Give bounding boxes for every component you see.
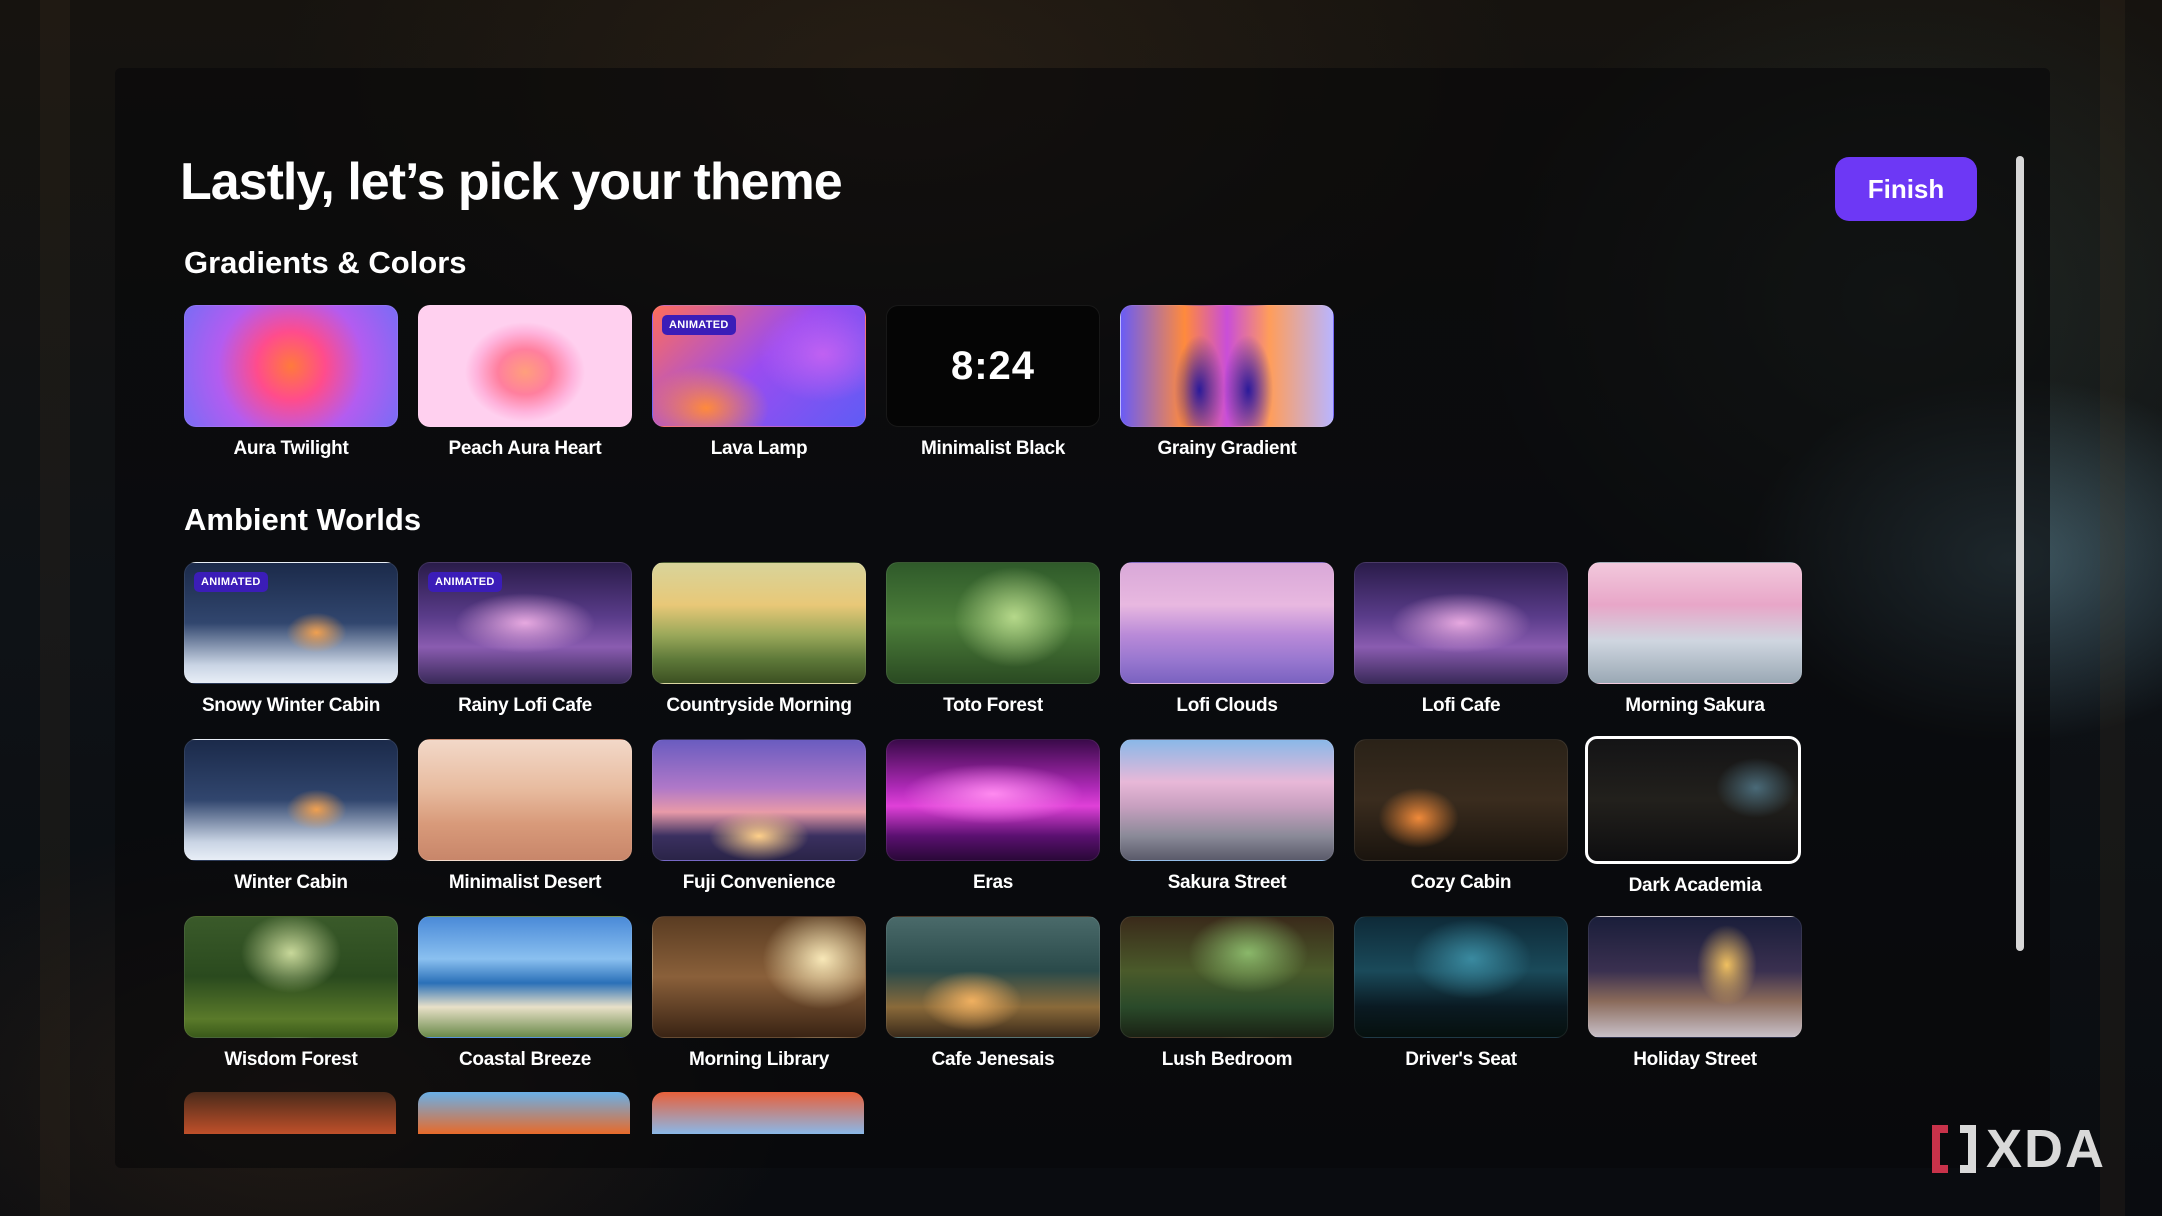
background-shelf-left: [40, 0, 70, 1216]
theme-thumbnail: ANIMATED: [184, 562, 398, 684]
theme-label: Lofi Cafe: [1421, 695, 1501, 716]
theme-thumbnail: [1588, 916, 1802, 1038]
theme-label: Eras: [972, 872, 1013, 893]
theme-label: Holiday Street: [1633, 1049, 1757, 1070]
theme-thumbnail: [418, 916, 632, 1038]
theme-tile-partial[interactable]: [184, 1092, 396, 1134]
theme-tile-eras[interactable]: Eras: [886, 739, 1100, 894]
theme-label: Minimalist Desert: [448, 872, 602, 893]
theme-tile-wisdom-forest[interactable]: Wisdom Forest: [184, 916, 398, 1071]
theme-thumbnail: [418, 739, 632, 861]
theme-tile-lava-lamp[interactable]: ANIMATED Lava Lamp: [652, 305, 866, 460]
theme-label: Minimalist Black: [920, 438, 1066, 459]
theme-tile-snowy-winter-cabin[interactable]: ANIMATED Snowy Winter Cabin: [184, 562, 398, 717]
animated-badge: ANIMATED: [662, 315, 736, 335]
theme-label: Rainy Lofi Cafe: [458, 695, 592, 716]
animated-badge: ANIMATED: [194, 572, 268, 592]
theme-tile-holiday-street[interactable]: Holiday Street: [1588, 916, 1802, 1071]
theme-label: Peach Aura Heart: [448, 438, 602, 459]
theme-thumbnail: 8:24: [886, 305, 1100, 427]
theme-tile-morning-library[interactable]: Morning Library: [652, 916, 866, 1071]
theme-tile-winter-cabin[interactable]: Winter Cabin: [184, 739, 398, 894]
theme-tile-countryside-morning[interactable]: Countryside Morning: [652, 562, 866, 717]
theme-thumbnail: [652, 916, 866, 1038]
theme-tile-morning-sakura[interactable]: Morning Sakura: [1588, 562, 1802, 717]
theme-label: Grainy Gradient: [1157, 438, 1297, 459]
theme-thumbnail: [1588, 562, 1802, 684]
theme-label: Snowy Winter Cabin: [201, 695, 381, 716]
theme-thumbnail: [184, 916, 398, 1038]
theme-tile-aura-twilight[interactable]: Aura Twilight: [184, 305, 398, 460]
theme-thumbnail: [1120, 305, 1334, 427]
theme-thumbnail: [652, 739, 866, 861]
theme-tile-coastal-breeze[interactable]: Coastal Breeze: [418, 916, 632, 1071]
theme-thumbnail: [1354, 916, 1568, 1038]
theme-thumbnail: [1120, 916, 1334, 1038]
theme-label: Lush Bedroom: [1161, 1049, 1293, 1070]
theme-label: Dark Academia: [1628, 875, 1762, 896]
theme-label: Morning Library: [688, 1049, 830, 1070]
theme-label: Cafe Jenesais: [931, 1049, 1055, 1070]
theme-tile-cafe-jenesais[interactable]: Cafe Jenesais: [886, 916, 1100, 1071]
theme-tile-minimalist-desert[interactable]: Minimalist Desert: [418, 739, 632, 894]
theme-tile-dark-academia[interactable]: Dark Academia: [1585, 736, 1802, 897]
theme-tile-grainy-gradient[interactable]: Grainy Gradient: [1120, 305, 1334, 460]
theme-tile-partial[interactable]: [652, 1092, 864, 1134]
theme-thumbnail: [1120, 562, 1334, 684]
theme-tile-peach-aura-heart[interactable]: Peach Aura Heart: [418, 305, 632, 460]
theme-thumbnail: [1120, 739, 1334, 861]
theme-tile-toto-forest[interactable]: Toto Forest: [886, 562, 1100, 717]
theme-label: Toto Forest: [943, 695, 1043, 716]
theme-label: Sakura Street: [1167, 872, 1287, 893]
theme-thumbnail: [1585, 736, 1801, 864]
theme-label: Lava Lamp: [710, 438, 808, 459]
page-title: Lastly, let’s pick your theme: [180, 153, 843, 211]
xda-logo-icon: [1932, 1125, 1976, 1173]
section-title-gradients: Gradients & Colors: [184, 245, 467, 280]
theme-tile-sakura-street[interactable]: Sakura Street: [1120, 739, 1334, 894]
theme-thumbnail: [886, 739, 1100, 861]
theme-label: Lofi Clouds: [1176, 695, 1278, 716]
clock-preview: 8:24: [950, 343, 1036, 388]
theme-thumbnail: [418, 305, 632, 427]
scrollbar-thumb[interactable]: [2016, 156, 2024, 951]
theme-label: Countryside Morning: [666, 695, 852, 716]
background-shelf-right: [2100, 0, 2125, 1216]
theme-tile-drivers-seat[interactable]: Driver's Seat: [1354, 916, 1568, 1071]
theme-label: Wisdom Forest: [224, 1049, 358, 1070]
theme-label: Cozy Cabin: [1410, 872, 1512, 893]
theme-label: Morning Sakura: [1625, 695, 1765, 716]
theme-tile-rainy-lofi-cafe[interactable]: ANIMATED Rainy Lofi Cafe: [418, 562, 632, 717]
theme-thumbnail: ANIMATED: [418, 562, 632, 684]
theme-label: Coastal Breeze: [458, 1049, 592, 1070]
theme-thumbnail: [1354, 562, 1568, 684]
theme-thumbnail: [1354, 739, 1568, 861]
theme-tile-lush-bedroom[interactable]: Lush Bedroom: [1120, 916, 1334, 1071]
theme-thumbnail: [652, 562, 866, 684]
theme-tile-partial[interactable]: [418, 1092, 630, 1134]
theme-thumbnail: ANIMATED: [652, 305, 866, 427]
theme-label: Aura Twilight: [233, 438, 349, 459]
theme-thumbnail: [886, 562, 1100, 684]
theme-label: Fuji Convenience: [682, 872, 836, 893]
animated-badge: ANIMATED: [428, 572, 502, 592]
xda-watermark: XDA: [1928, 1118, 2106, 1180]
finish-button[interactable]: Finish: [1835, 157, 1977, 221]
theme-tile-minimalist-black[interactable]: 8:24 Minimalist Black: [886, 305, 1100, 460]
theme-tile-lofi-clouds[interactable]: Lofi Clouds: [1120, 562, 1334, 717]
theme-label: Winter Cabin: [234, 872, 348, 893]
theme-tile-cozy-cabin[interactable]: Cozy Cabin: [1354, 739, 1568, 894]
theme-tile-fuji-convenience[interactable]: Fuji Convenience: [652, 739, 866, 894]
section-title-ambient: Ambient Worlds: [184, 502, 422, 537]
theme-label: Driver's Seat: [1405, 1049, 1517, 1070]
theme-thumbnail: [184, 305, 398, 427]
theme-thumbnail: [184, 739, 398, 861]
theme-tile-lofi-cafe[interactable]: Lofi Cafe: [1354, 562, 1568, 717]
theme-thumbnail: [886, 916, 1100, 1038]
xda-logo-text: XDA: [1986, 1119, 2107, 1179]
